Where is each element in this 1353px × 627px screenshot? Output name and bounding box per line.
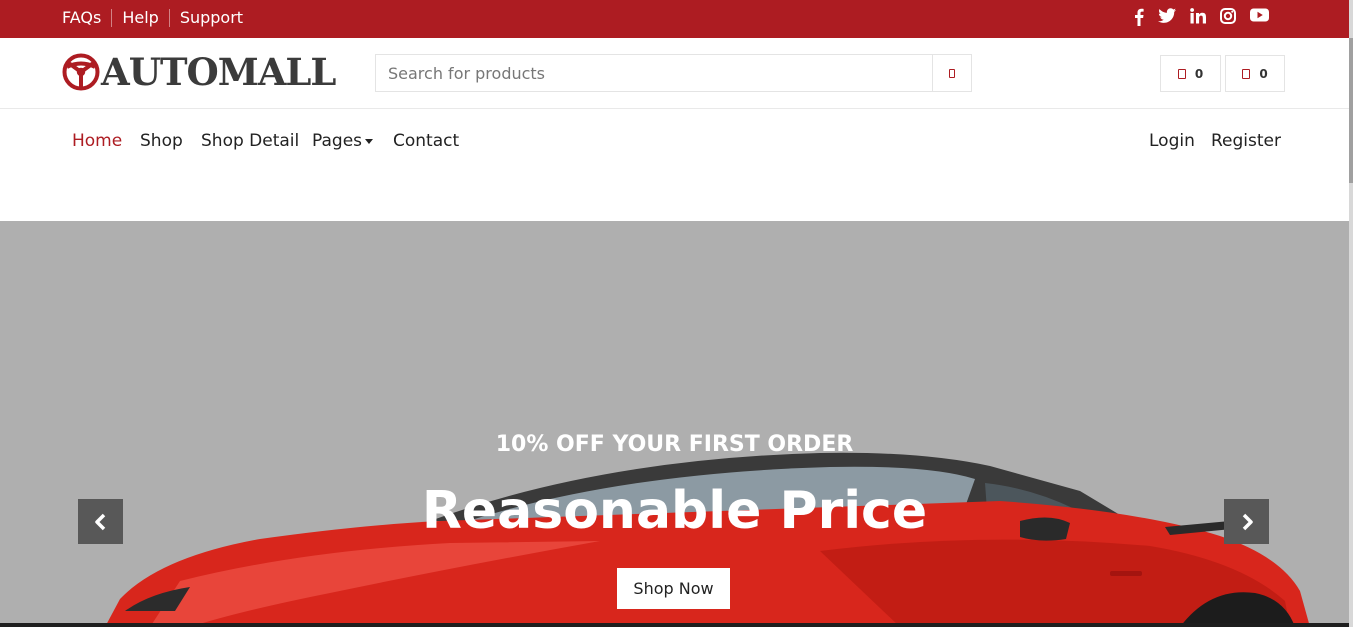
cart-button[interactable]: 0 xyxy=(1225,55,1285,92)
carousel-next-button[interactable] xyxy=(1224,499,1269,544)
search-bar xyxy=(375,54,972,92)
page-scrollbar[interactable] xyxy=(1349,0,1353,627)
facebook-icon[interactable] xyxy=(1134,8,1144,26)
shop-now-button[interactable]: Shop Now xyxy=(617,568,730,609)
divider xyxy=(111,9,113,27)
red-car-image xyxy=(105,452,1310,627)
nav-contact[interactable]: Contact xyxy=(393,130,459,152)
hero-bottom-edge xyxy=(0,623,1349,627)
linkedin-icon[interactable] xyxy=(1190,8,1206,26)
divider xyxy=(168,9,170,27)
faqs-link[interactable]: FAQs xyxy=(62,8,101,28)
wishlist-count: 0 xyxy=(1194,66,1204,81)
logo[interactable]: AUTOMALL xyxy=(62,50,336,94)
search-input[interactable] xyxy=(376,55,932,91)
carousel-prev-button[interactable] xyxy=(78,499,123,544)
register-link[interactable]: Register xyxy=(1211,130,1281,152)
cart-icon xyxy=(1242,68,1251,79)
social-links xyxy=(1120,8,1269,26)
search-button[interactable] xyxy=(932,55,971,91)
site-header: AUTOMALL 0 0 xyxy=(0,38,1349,109)
scrollbar-thumb[interactable] xyxy=(1349,38,1353,183)
twitter-icon[interactable] xyxy=(1158,8,1176,26)
hero-carousel: 10% OFF YOUR FIRST ORDER Reasonable Pric… xyxy=(0,221,1349,627)
support-link[interactable]: Support xyxy=(180,8,243,28)
search-icon xyxy=(949,68,955,78)
heart-icon xyxy=(1177,68,1186,79)
youtube-icon[interactable] xyxy=(1250,8,1269,26)
steering-wheel-icon xyxy=(62,53,100,91)
caret-down-icon xyxy=(365,138,374,144)
hero-subtitle: 10% OFF YOUR FIRST ORDER xyxy=(495,432,854,457)
login-link[interactable]: Login xyxy=(1149,130,1195,152)
help-link[interactable]: Help xyxy=(122,8,158,28)
instagram-icon[interactable] xyxy=(1220,8,1236,26)
main-nav: Home Shop Shop Detail Pages Contact Logi… xyxy=(0,109,1349,221)
top-links: FAQs Help Support xyxy=(62,8,243,28)
wishlist-button[interactable]: 0 xyxy=(1160,55,1221,92)
nav-pages-label: Pages xyxy=(312,131,363,151)
top-bar: FAQs Help Support xyxy=(0,0,1349,38)
cart-count: 0 xyxy=(1259,66,1268,81)
chevron-left-icon xyxy=(94,513,105,530)
nav-home[interactable]: Home xyxy=(72,130,122,152)
chevron-right-icon xyxy=(1242,513,1253,530)
logo-text: AUTOMALL xyxy=(101,50,336,94)
nav-shop[interactable]: Shop xyxy=(140,130,183,152)
nav-shop-detail[interactable]: Shop Detail xyxy=(201,130,299,152)
nav-pages-dropdown[interactable]: Pages xyxy=(312,130,374,152)
hero-title: Reasonable Price xyxy=(421,481,928,541)
